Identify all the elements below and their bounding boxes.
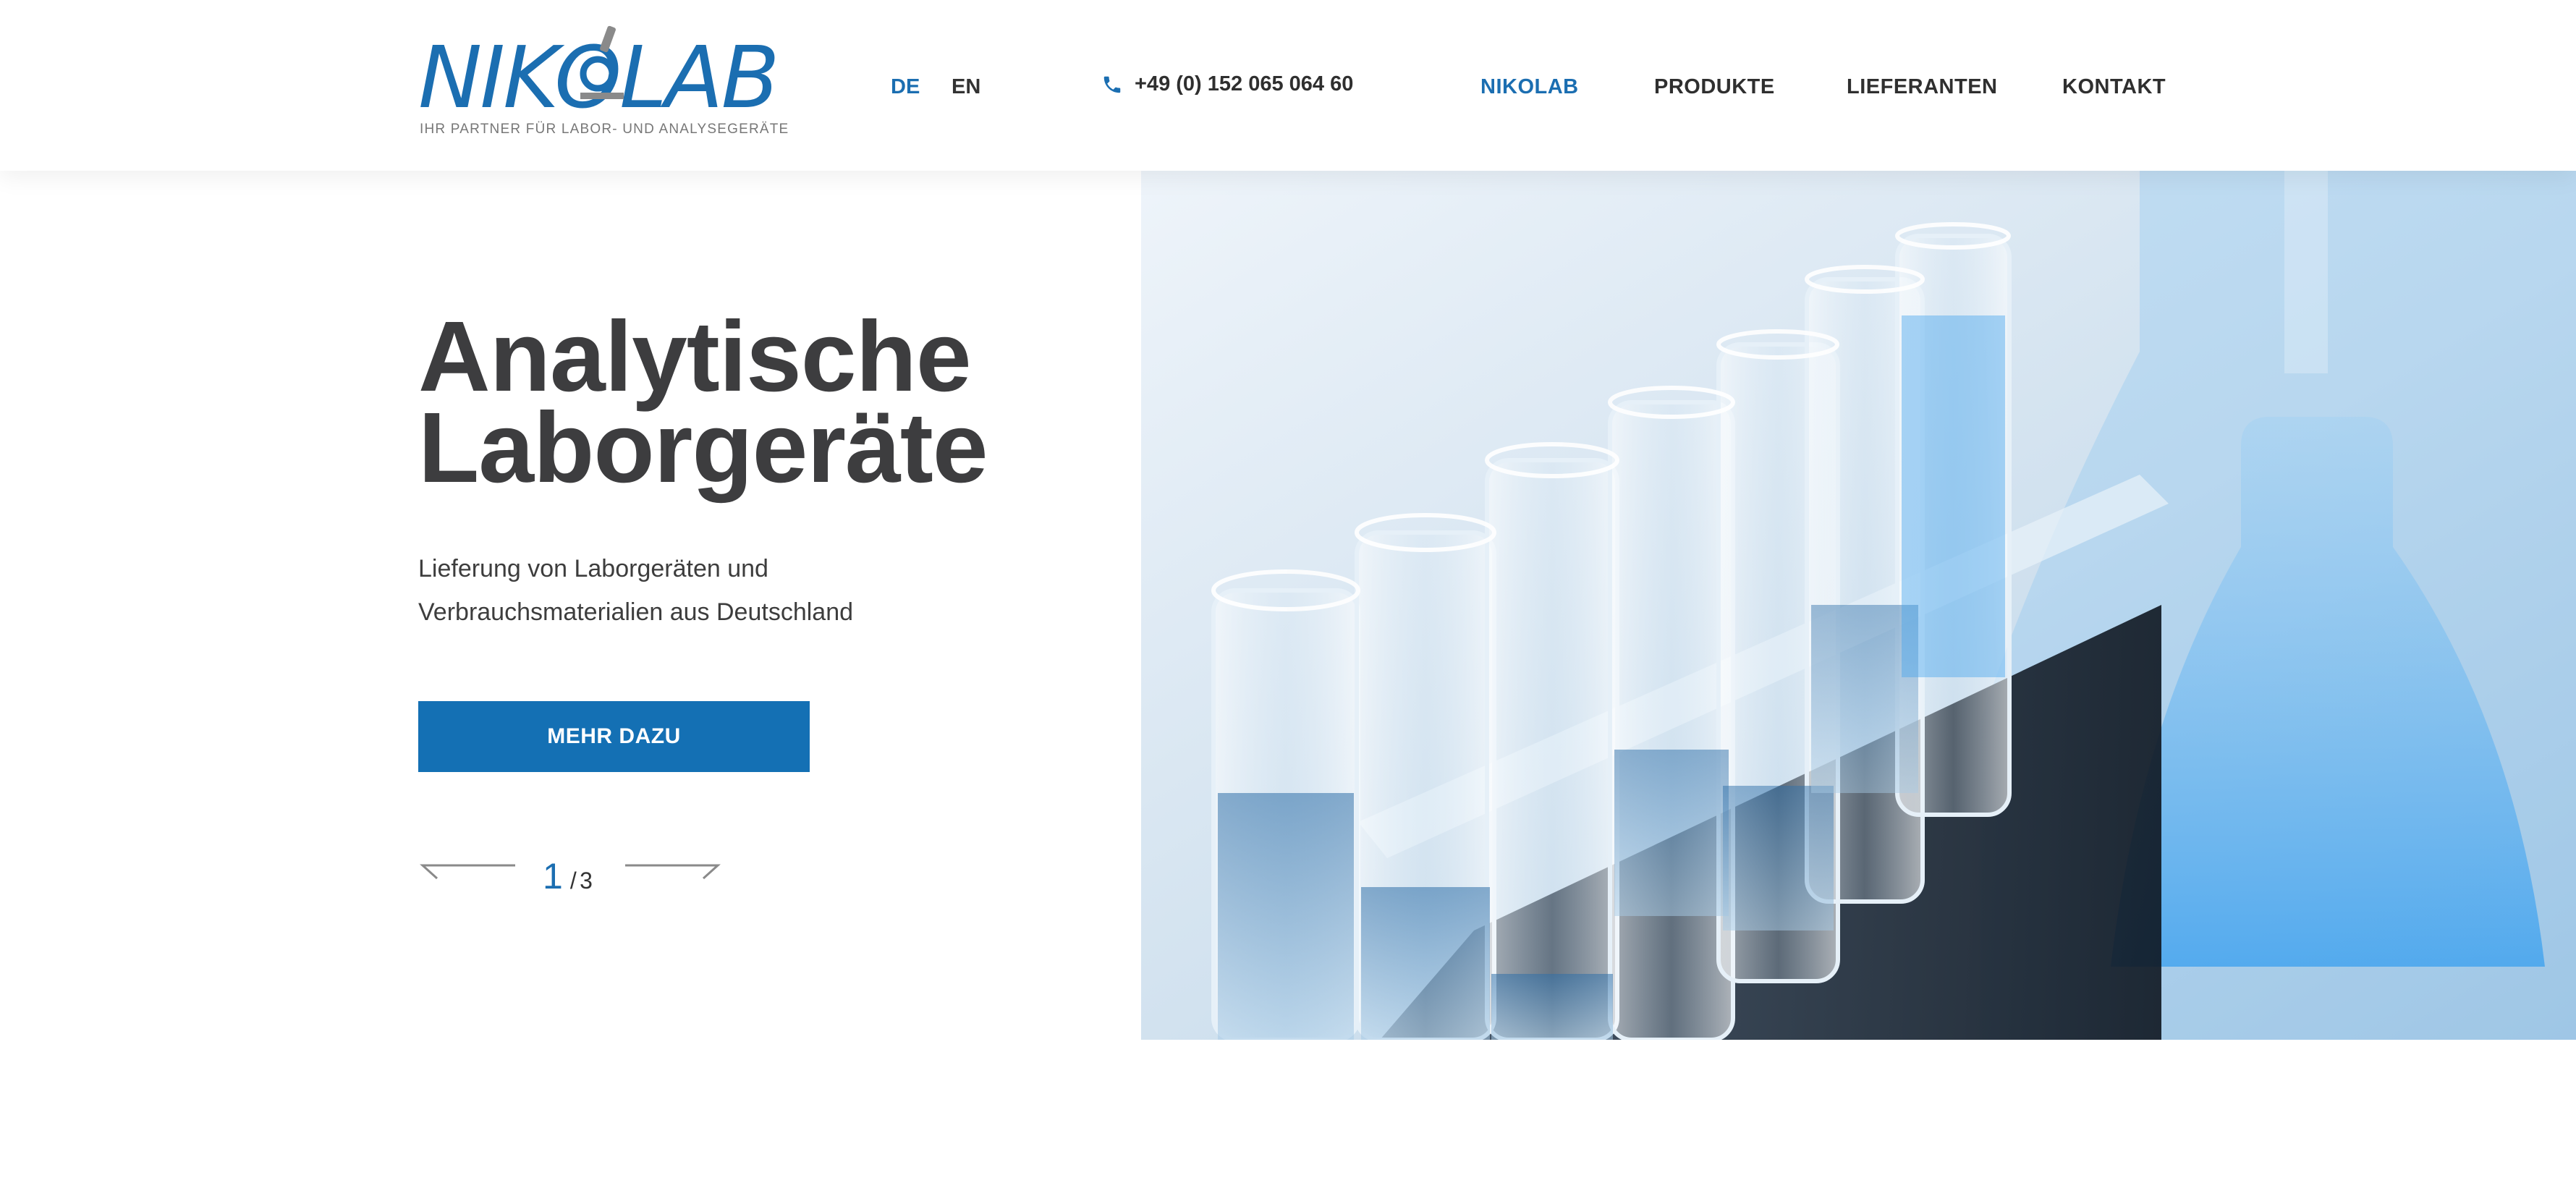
mehr-dazu-button[interactable]: MEHR DAZU	[418, 701, 810, 772]
hero-subtitle: Lieferung von Laborgeräten und Verbrauch…	[418, 547, 925, 634]
hero-subtitle-line: Lieferung von Laborgeräten und	[418, 555, 768, 582]
slide-total: 3	[580, 868, 593, 894]
nav-item-kontakt[interactable]: KONTAKT	[2062, 75, 2166, 99]
arrow-right-icon[interactable]	[624, 858, 722, 887]
language-en-link[interactable]: EN	[952, 75, 980, 99]
test-tubes-image	[1141, 171, 2576, 1040]
nav-item-lieferanten[interactable]: LIEFERANTEN	[1847, 75, 1998, 99]
phone-link[interactable]: +49 (0) 152 065 064 60	[1101, 72, 1353, 96]
slide-separator: /	[569, 868, 577, 894]
logo-tagline: IHR PARTNER FÜR LABOR- UND ANALYSEGERÄTE	[420, 122, 789, 137]
hero-title-line: Analytische	[418, 301, 972, 412]
phone-number: +49 (0) 152 065 064 60	[1135, 72, 1354, 96]
microscope-icon	[580, 25, 624, 99]
slide-current: 1	[543, 856, 563, 896]
nav-item-produkte[interactable]: PRODUKTE	[1654, 75, 1775, 99]
arrow-left-icon[interactable]	[418, 858, 517, 887]
hero-title-line: Laborgeräte	[418, 392, 988, 504]
site-header: NIKOLAB IHR PARTNER FÜR LABOR- UND ANALY…	[0, 0, 2576, 171]
logo-link[interactable]: NIKOLAB IHR PARTNER FÜR LABOR- UND ANALY…	[418, 25, 795, 140]
nav-item-nikolab[interactable]: NIKOLAB	[1480, 75, 1579, 99]
phone-icon	[1103, 76, 1121, 93]
hero-subtitle-line: Verbrauchsmaterialien aus Deutschland	[418, 598, 854, 626]
slider-controls: 1/ 3	[418, 855, 722, 897]
hero-image	[1141, 171, 2576, 1040]
hero-title: Analytische Laborgeräte	[418, 301, 988, 504]
slide-counter: 1/ 3	[543, 855, 593, 897]
language-de-link[interactable]: DE	[891, 75, 920, 99]
